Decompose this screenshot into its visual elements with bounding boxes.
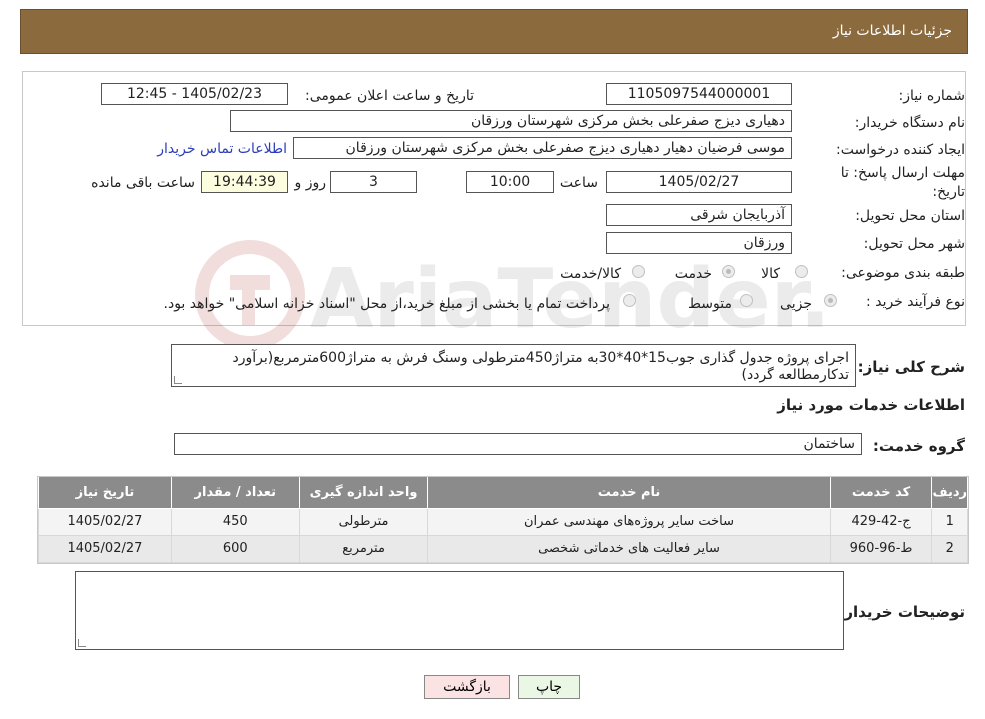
services-table: ردیف کد خدمت نام خدمت واحد اندازه گیری ت… [37, 476, 969, 564]
service-group-label: گروه خدمت: [872, 437, 965, 455]
city-label: شهر محل تحویل: [863, 236, 965, 252]
row-index: 1 [931, 507, 968, 536]
col-date-header: تاریخ نیاز [38, 477, 172, 509]
process-type-label: نوع فرآیند خرید : [866, 294, 965, 310]
remaining-time-label: ساعت باقی مانده [91, 175, 195, 191]
deadline-label-line1: مهلت ارسال پاسخ: تا [840, 165, 965, 181]
deadline-time-label: ساعت [559, 175, 598, 191]
table-row: 2 ط-96-960 سایر فعالیت های خدماتی شخصی م… [38, 534, 968, 563]
page-header: جزئیات اطلاعات نیاز [20, 9, 968, 54]
deadline-label-line2: تاریخ: [932, 184, 965, 200]
buyer-org-label: نام دستگاه خریدار: [854, 115, 965, 131]
announce-datetime-field: 1405/02/23 - 12:45 [101, 83, 288, 105]
row-unit: مترمربع [298, 534, 429, 563]
resize-handle-icon[interactable] [174, 376, 182, 384]
process-treasury-note: پرداخت تمام یا بخشی از مبلغ خرید،از محل … [163, 296, 610, 312]
row-code: ج-42-429 [829, 507, 933, 536]
remaining-days-field: 3 [330, 171, 417, 193]
col-name-header: نام خدمت [427, 477, 831, 509]
col-qty-header: تعداد / مقدار [170, 477, 300, 509]
process-radio-treasury[interactable] [623, 294, 636, 307]
process-radio-medium[interactable] [740, 294, 753, 307]
remaining-time-field: 19:44:39 [201, 171, 288, 193]
back-button[interactable]: بازگشت [424, 675, 510, 699]
buyer-contact-link[interactable]: اطلاعات تماس خریدار [157, 141, 287, 157]
summary-textarea[interactable]: اجرای پروژه جدول گذاری جوب15*40*30به متر… [171, 344, 856, 387]
service-group-field: ساختمان [174, 433, 862, 455]
row-qty: 600 [170, 534, 300, 563]
row-date: 1405/02/27 [38, 507, 172, 536]
print-button[interactable]: چاپ [518, 675, 580, 699]
row-index: 2 [931, 534, 968, 563]
table-row: 1 ج-42-429 ساخت سایر پروژه‌های مهندسی عم… [38, 507, 968, 536]
category-radio-goods-service[interactable] [632, 265, 645, 278]
row-qty: 450 [170, 507, 300, 536]
row-name: سایر فعالیت های خدماتی شخصی [427, 534, 831, 563]
col-unit-header: واحد اندازه گیری [298, 477, 429, 509]
deadline-date-field: 1405/02/27 [606, 171, 792, 193]
process-radio-minor[interactable] [824, 294, 837, 307]
table-header-row: ردیف کد خدمت نام خدمت واحد اندازه گیری ت… [38, 477, 968, 509]
category-option-goods-service: کالا/خدمت [560, 266, 621, 282]
province-field: آذربایجان شرقی [606, 204, 792, 226]
need-number-field: 1105097544000001 [606, 83, 792, 105]
summary-text: اجرای پروژه جدول گذاری جوب15*40*30به متر… [232, 350, 850, 383]
announce-datetime-label: تاریخ و ساعت اعلان عمومی: [305, 88, 474, 104]
row-name: ساخت سایر پروژه‌های مهندسی عمران [427, 507, 831, 536]
remaining-days-label: روز و [294, 175, 327, 191]
row-unit: مترطولی [298, 507, 429, 536]
province-label: استان محل تحویل: [855, 208, 965, 224]
buyer-notes-textarea[interactable] [75, 571, 844, 650]
creator-label: ایجاد کننده درخواست: [836, 142, 965, 158]
need-number-label: شماره نیاز: [898, 88, 966, 104]
col-code-header: کد خدمت [829, 477, 933, 509]
buyer-notes-label: توضیحات خریدار: [838, 603, 965, 621]
category-label: طبقه بندی موضوعی: [841, 265, 965, 281]
summary-label: شرح کلی نیاز: [857, 358, 965, 376]
category-radio-goods[interactable] [795, 265, 808, 278]
creator-field: موسی فرضیان دهیار دهیاری دیزج صفرعلی بخش… [293, 137, 792, 159]
resize-handle-icon[interactable] [78, 639, 86, 647]
category-radio-service[interactable] [722, 265, 735, 278]
city-field: ورزقان [606, 232, 792, 254]
process-option-minor: جزیی [780, 296, 812, 312]
buyer-org-field: دهیاری دیزج صفرعلی بخش مرکزی شهرستان ورز… [230, 110, 792, 132]
row-code: ط-96-960 [829, 534, 933, 563]
col-index-header: ردیف [931, 477, 968, 509]
process-option-medium: متوسط [688, 296, 732, 312]
category-option-goods: کالا [761, 266, 780, 282]
services-section-title: اطلاعات خدمات مورد نیاز [777, 396, 965, 414]
deadline-time-field: 10:00 [466, 171, 554, 193]
page-title: جزئیات اطلاعات نیاز [832, 23, 952, 39]
row-date: 1405/02/27 [38, 534, 172, 563]
category-option-service: خدمت [674, 266, 712, 282]
